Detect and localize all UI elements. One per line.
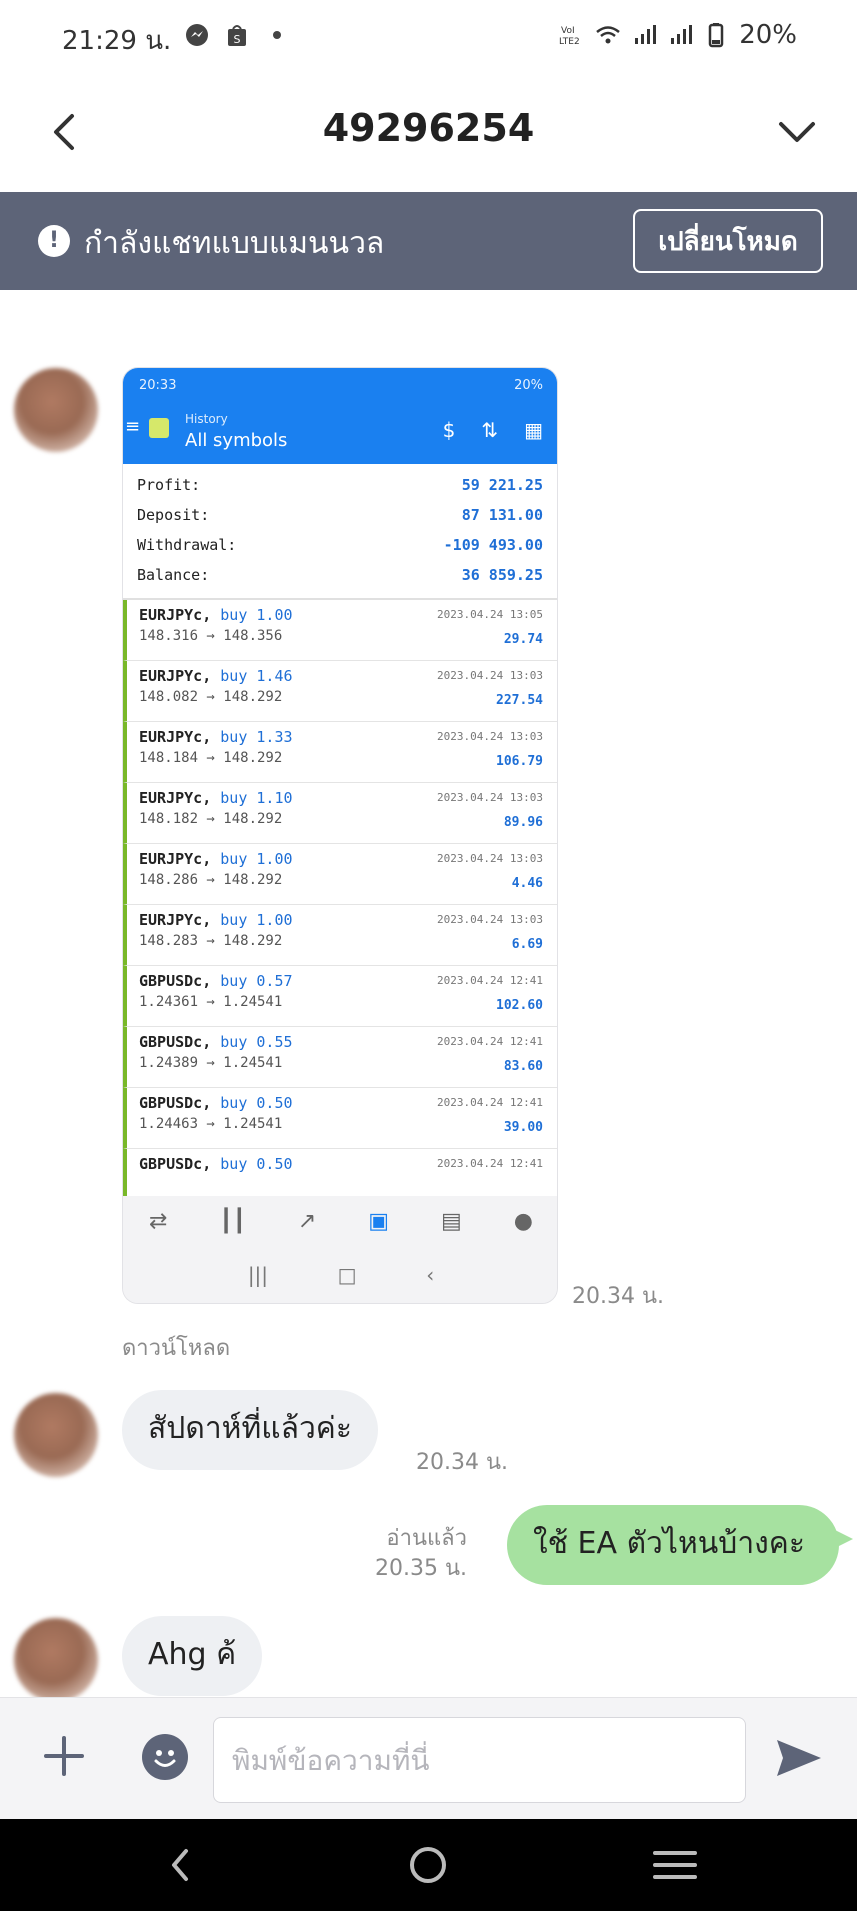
mt-system-nav: ||| □ ‹ (123, 1246, 557, 1303)
back-icon[interactable] (150, 1841, 210, 1889)
chat-header: 49296254 (0, 72, 857, 192)
avatar[interactable] (14, 1618, 98, 1702)
chat-title: 49296254 (322, 106, 535, 150)
calendar-icon: ▦ (524, 418, 543, 442)
summary-row: Balance: 36 859.25 (137, 566, 543, 584)
wifi-icon (596, 26, 620, 44)
volte-icon: VoILTE2 (559, 26, 580, 47)
incoming-message[interactable]: Ahg ค้ (122, 1616, 263, 1696)
dot-icon (273, 31, 281, 39)
download-link[interactable]: ดาวน์โหลด (122, 1330, 230, 1365)
mt-filter: All symbols (185, 430, 288, 451)
summary-row: Deposit: 87 131.00 (137, 506, 543, 524)
message-time: 20.35 น. (374, 1556, 467, 1581)
svg-text:VoI: VoI (561, 26, 575, 36)
back-icon: ‹ (426, 1263, 435, 1287)
send-icon[interactable] (773, 1734, 825, 1782)
incoming-message[interactable]: สัปดาห์ที่แล้วค่ะ (122, 1390, 378, 1470)
chevron-down-icon[interactable] (767, 102, 827, 162)
home-icon: □ (337, 1263, 357, 1287)
mt-status-battery: 20% (514, 378, 543, 393)
banner-text: กำลังแชทแบบแมนนวล (84, 226, 385, 261)
messenger-icon (186, 24, 208, 46)
trade-row: GBPUSDc, buy 0.57 1.24361 → 1.24541 2023.0… (123, 966, 557, 1027)
quotes-icon: ⇄ (148, 1208, 168, 1234)
signal-icon (671, 25, 693, 44)
outgoing-message[interactable]: ใช้ EA ตัวไหนบ้างคะ (507, 1505, 839, 1585)
currency-icon: $ (442, 418, 456, 442)
trade-row: GBPUSDc, buy 0.50 1.24463 → 1.24541 2023.0… (123, 1088, 557, 1149)
trade-list: EURJPYc, buy 1.00 148.316 → 148.356 2023.0… (123, 600, 557, 1210)
shopping-bag-icon: S (228, 25, 246, 46)
chart-icon: ┃┃ (219, 1208, 246, 1234)
avatar[interactable] (14, 1393, 98, 1477)
trade-row: EURJPYc, buy 1.46 148.082 → 148.292 2023.0… (123, 661, 557, 722)
news-icon: ▤ (441, 1208, 462, 1234)
back-arrow-icon[interactable] (38, 102, 98, 162)
chat-icon: ● (513, 1208, 533, 1234)
trade-icon: ↗ (297, 1208, 317, 1234)
summary-row: Withdrawal: -109 493.00 (137, 536, 543, 554)
trade-row: EURJPYc, buy 1.00 148.286 → 148.292 2023.0… (123, 844, 557, 905)
mt-bottom-tabs: ⇄ ┃┃ ↗ ▣ ▤ ● (123, 1196, 557, 1246)
trade-row: EURJPYc, buy 1.00 148.283 → 148.292 2023.0… (123, 905, 557, 966)
message-time: 20.34 น. (572, 1284, 665, 1309)
recents-icon[interactable] (645, 1841, 705, 1889)
status-time: 21:29 น. (62, 26, 172, 56)
mt-status-time: 20:33 (139, 378, 177, 393)
mt-summary: Profit: 59 221.25 Deposit: 87 131.00 Withd… (123, 464, 557, 600)
battery-icon (708, 23, 724, 48)
svg-text:S: S (234, 33, 241, 46)
history-icon: ▣ (368, 1208, 390, 1234)
system-nav-bar (0, 1819, 857, 1911)
image-message[interactable]: 20:33 20% ≡ History All symbols $ ⇅ ▦ Pr… (122, 367, 558, 1304)
menu-icon: ≡ (125, 416, 141, 437)
read-status: อ่านแล้ว (386, 1526, 467, 1551)
mt-toolbar: $ ⇅ ▦ (443, 418, 543, 442)
battery-percent: 20% (739, 20, 797, 50)
status-bar: 21:29 น. S VoI LTE2 20% (0, 0, 857, 72)
trade-row: EURJPYc, buy 1.00 148.316 → 148.356 2023.0… (123, 600, 557, 661)
svg-text:LTE2: LTE2 (559, 37, 580, 47)
trade-row: EURJPYc, buy 1.33 148.184 → 148.292 2023.0… (123, 722, 557, 783)
home-icon[interactable] (398, 1841, 458, 1889)
summary-row: Profit: 59 221.25 (137, 476, 543, 494)
alert-icon: ! (38, 225, 70, 257)
avatar[interactable] (14, 368, 98, 452)
trade-row: GBPUSDc, buy 0.55 1.24389 → 1.24541 2023.0… (123, 1027, 557, 1088)
message-time: 20.34 น. (416, 1450, 509, 1475)
message-input[interactable] (213, 1717, 746, 1803)
emoji-icon[interactable] (142, 1734, 188, 1780)
system-indicators: VoI LTE2 20% (559, 20, 797, 50)
trade-row: EURJPYc, buy 1.10 148.182 → 148.292 2023.0… (123, 783, 557, 844)
manual-chat-banner: ! กำลังแชทแบบแมนนวล เปลี่ยนโหมด (0, 192, 857, 290)
message-input-bar (0, 1697, 857, 1819)
plus-icon[interactable] (40, 1732, 88, 1780)
recents-icon: ||| (247, 1263, 269, 1287)
notification-icons: S (184, 22, 290, 48)
mt-section: History (185, 412, 228, 426)
read-receipt: อ่านแล้ว 20.35 น. (375, 1524, 467, 1584)
signal-icon (635, 25, 657, 44)
mt-logo (149, 418, 169, 438)
change-mode-button[interactable]: เปลี่ยนโหมด (633, 209, 823, 273)
sort-icon: ⇅ (481, 418, 499, 442)
mt-header: 20:33 20% ≡ History All symbols $ ⇅ ▦ (123, 368, 557, 464)
bubble-tail (835, 1530, 853, 1548)
